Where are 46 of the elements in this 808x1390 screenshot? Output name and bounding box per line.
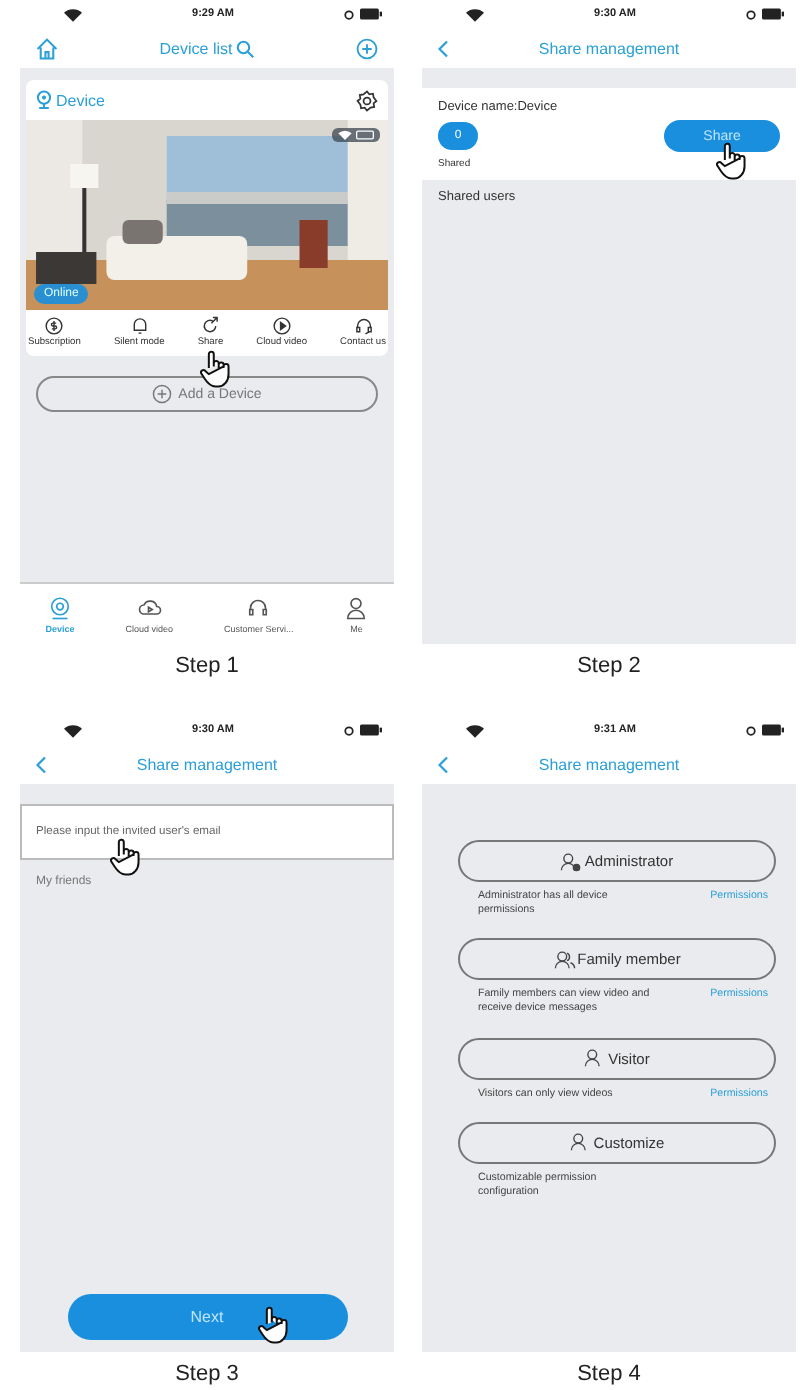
wifi-icon: [64, 7, 82, 21]
step-caption: Step 4: [575, 1362, 643, 1386]
alarm-icon: [343, 9, 354, 19]
wifi-icon: [466, 723, 484, 737]
cloud-play-icon: [137, 595, 162, 619]
person-badge-icon: [560, 851, 583, 871]
signal-status-badge: [332, 128, 380, 142]
back-icon[interactable]: [36, 755, 48, 773]
step-caption: Step 1: [173, 654, 241, 678]
camera-icon: [47, 595, 72, 619]
alarm-icon: [745, 9, 756, 19]
bell-icon: [129, 316, 150, 336]
camera-icon: [36, 90, 52, 110]
battery-icon: [761, 724, 784, 736]
headset-icon: [353, 316, 373, 336]
screen-title: Share management: [538, 755, 680, 773]
hand-cursor-icon: [108, 836, 142, 876]
back-icon[interactable]: [438, 755, 450, 773]
screen-title: Device list: [159, 39, 233, 57]
people-icon: [553, 949, 576, 970]
settings-icon[interactable]: [356, 89, 378, 111]
hand-cursor-icon: [198, 348, 232, 388]
screen-title: Share management: [538, 39, 680, 57]
alarm-icon: [343, 725, 354, 735]
person-icon: [344, 595, 369, 619]
headset-icon: [246, 595, 271, 619]
play-icon: [271, 316, 292, 336]
alarm-icon: [745, 725, 756, 735]
step-caption: Step 2: [575, 654, 643, 678]
battery-icon: [359, 724, 382, 736]
wifi-icon: [64, 723, 82, 737]
screen-title: Share management: [136, 755, 278, 773]
wifi-icon: [466, 7, 484, 21]
step-caption: Step 3: [173, 1362, 241, 1386]
person-icon: [569, 1132, 592, 1153]
home-icon[interactable]: [36, 37, 58, 59]
share-icon: [200, 316, 221, 336]
search-icon[interactable]: [236, 39, 255, 57]
hand-cursor-icon: [256, 1304, 290, 1344]
battery-icon: [761, 8, 784, 20]
battery-icon: [359, 8, 382, 20]
dollar-icon: [44, 316, 65, 336]
device-name: Device: [56, 91, 105, 109]
add-icon[interactable]: [356, 37, 378, 59]
back-icon[interactable]: [438, 39, 450, 57]
plus-icon: [152, 384, 173, 404]
